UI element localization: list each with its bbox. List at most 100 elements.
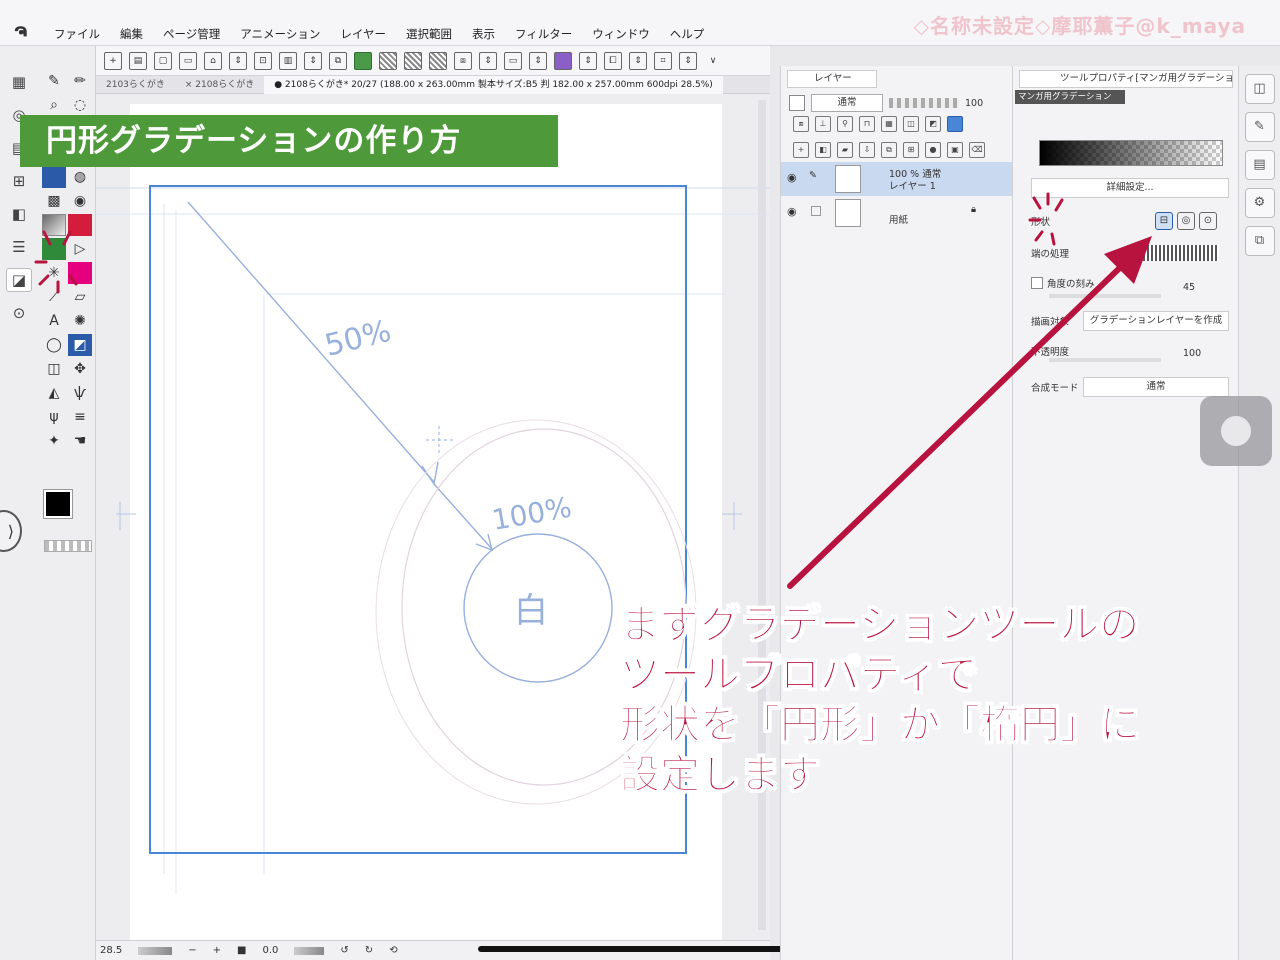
angle-step-value[interactable]: 45 bbox=[1183, 282, 1195, 293]
menu-page[interactable]: ページ管理 bbox=[163, 26, 220, 42]
magnifier-icon[interactable]: ⌕ bbox=[42, 94, 66, 116]
fill-red-icon[interactable] bbox=[68, 214, 92, 236]
gradient-green-icon[interactable] bbox=[42, 238, 66, 260]
new-vector-layer-icon[interactable]: ◧ bbox=[815, 142, 831, 158]
menu-selection[interactable]: 選択範囲 bbox=[406, 26, 452, 42]
text-tool-icon[interactable]: A bbox=[42, 310, 66, 332]
transform-icon[interactable]: ⧉ bbox=[329, 51, 347, 70]
layer-check-icon[interactable] bbox=[811, 206, 821, 216]
frame-border-icon[interactable]: ▭ bbox=[504, 51, 522, 70]
layer-draft-icon[interactable]: ⚲ bbox=[837, 116, 853, 132]
pages-icon[interactable]: ⧠ bbox=[604, 51, 622, 70]
transparent-color-swatch[interactable] bbox=[44, 540, 92, 552]
angle-value[interactable]: 0.0 bbox=[263, 945, 279, 956]
open-icon[interactable]: ▭ bbox=[179, 51, 197, 70]
grass-icon[interactable]: ѱ bbox=[68, 382, 92, 404]
pattern-icon[interactable]: ▩ bbox=[42, 190, 66, 212]
reset-rotation-icon[interactable]: ⟲ bbox=[389, 945, 397, 956]
3d-icon[interactable]: ◫ bbox=[42, 358, 66, 380]
layer-ref-icon[interactable]: ⊥ bbox=[815, 116, 831, 132]
tab-doc-1[interactable]: 2103らくがき bbox=[96, 76, 175, 94]
frame-icon[interactable]: ◩ bbox=[68, 334, 92, 356]
layer-mask-add-icon[interactable]: ● bbox=[925, 142, 941, 158]
lines-icon[interactable]: ≡ bbox=[68, 406, 92, 428]
save-icon[interactable]: ▤ bbox=[129, 51, 147, 70]
detail-settings-button[interactable]: 詳細設定... bbox=[1031, 178, 1229, 198]
shape-linear-icon[interactable]: ⊟ bbox=[1155, 212, 1173, 230]
layer-panel-tab[interactable]: レイヤー bbox=[787, 70, 877, 88]
eyedropper-icon[interactable]: ⟋ bbox=[42, 286, 66, 308]
tone3-icon[interactable] bbox=[429, 51, 447, 70]
color-magenta-icon[interactable] bbox=[68, 262, 92, 284]
sparkle-icon[interactable]: ✳ bbox=[42, 262, 66, 284]
zoom-out-button[interactable]: − bbox=[188, 945, 196, 956]
canvas-vertical-scrollbar[interactable] bbox=[758, 100, 766, 930]
layer-lock-alpha-icon[interactable]: ▦ bbox=[881, 116, 897, 132]
tool-view-icon[interactable]: ▦ bbox=[6, 70, 32, 94]
move-cross-icon[interactable]: ✥ bbox=[68, 358, 92, 380]
menu-window[interactable]: ウィンドウ bbox=[592, 26, 650, 42]
eye-icon[interactable]: ◉ bbox=[787, 205, 797, 218]
fit-icon[interactable]: ⊡ bbox=[254, 51, 272, 70]
layer-opacity-slider[interactable] bbox=[889, 98, 959, 108]
figure-icon[interactable]: ▷ bbox=[68, 238, 92, 260]
opacity-value[interactable]: 100 bbox=[1183, 348, 1201, 359]
main-color-swatch[interactable] bbox=[44, 490, 72, 518]
shape-circle-icon[interactable]: ◎ bbox=[1177, 212, 1195, 230]
stepper6-icon[interactable]: ⇕ bbox=[629, 51, 647, 70]
menu-help[interactable]: ヘルプ bbox=[670, 26, 705, 42]
decoration-icon[interactable]: ψ bbox=[42, 406, 66, 428]
rotate-left-icon[interactable]: ↺ bbox=[340, 945, 348, 956]
new-icon[interactable]: + bbox=[104, 51, 122, 70]
tool-fill-icon[interactable]: ◪ bbox=[6, 268, 32, 292]
stepper7-icon[interactable]: ⇕ bbox=[679, 51, 697, 70]
stepper3-icon[interactable]: ⇕ bbox=[479, 51, 497, 70]
layer-color-icon[interactable] bbox=[947, 116, 963, 132]
copy-icon[interactable]: ⧈ bbox=[454, 51, 472, 70]
tab-doc-2[interactable]: × 2108らくがき bbox=[175, 76, 264, 94]
burst-tool-icon[interactable]: ✺ bbox=[68, 310, 92, 332]
tool-operation-icon[interactable]: ⊞ bbox=[6, 169, 32, 193]
layer-combine-icon[interactable]: ⊞ bbox=[903, 142, 919, 158]
layer-clip-icon[interactable]: ⧈ bbox=[793, 116, 809, 132]
tone-icon[interactable] bbox=[379, 51, 397, 70]
stepper2-icon[interactable]: ⇕ bbox=[304, 51, 322, 70]
opacity-slider[interactable] bbox=[1049, 358, 1161, 362]
zoom-in-button[interactable]: + bbox=[213, 945, 221, 956]
new-page-icon[interactable]: ▢ bbox=[154, 51, 172, 70]
lasso-icon[interactable]: ◌ bbox=[68, 94, 92, 116]
spiral-icon[interactable]: ◉ bbox=[68, 190, 92, 212]
floating-modifier-button[interactable] bbox=[1200, 396, 1272, 466]
lock-icon[interactable]: 🔒︎ bbox=[971, 204, 976, 215]
tool-property-tab[interactable]: ツールプロパティ[マンガ用グラデーション] bbox=[1019, 70, 1233, 88]
jpg-icon[interactable]: ▥ bbox=[279, 51, 297, 70]
layer-opacity-value[interactable]: 100 bbox=[965, 98, 983, 109]
delete-layer-icon[interactable]: ⌫ bbox=[969, 142, 985, 158]
gradient-tool-icon[interactable] bbox=[42, 214, 66, 236]
layer-blend-checkbox[interactable] bbox=[789, 95, 805, 111]
correct-line-icon[interactable]: ◭ bbox=[42, 382, 66, 404]
chevron-down-icon[interactable]: ∨ bbox=[704, 52, 722, 70]
crop-icon[interactable]: ⌗ bbox=[654, 51, 672, 70]
stepper5-icon[interactable]: ⇕ bbox=[579, 51, 597, 70]
export-icon[interactable]: ⌂ bbox=[204, 51, 222, 70]
rotate-right-icon[interactable]: ↻ bbox=[365, 945, 373, 956]
shape-ellipse-icon[interactable]: ⊙ bbox=[1199, 212, 1217, 230]
layer-apply-mask-icon[interactable]: ▣ bbox=[947, 142, 963, 158]
layer-mask-icon[interactable]: ◫ bbox=[903, 116, 919, 132]
tool-list-icon[interactable]: ☰ bbox=[6, 235, 32, 259]
zoom-value[interactable]: 28.5 bbox=[100, 945, 122, 956]
menu-layer[interactable]: レイヤー bbox=[340, 26, 386, 42]
canvas-area[interactable]: 50% 100% 白 bbox=[96, 94, 770, 940]
angle-step-checkbox[interactable] bbox=[1031, 277, 1043, 289]
new-raster-layer-icon[interactable]: + bbox=[793, 142, 809, 158]
tool-property-icon[interactable]: ◫ bbox=[1244, 74, 1275, 104]
stepper-icon[interactable]: ⇕ bbox=[229, 51, 247, 70]
eye-icon[interactable]: ◉ bbox=[787, 171, 797, 184]
menu-animation[interactable]: アニメーション bbox=[240, 26, 320, 42]
pencil-tool-icon[interactable]: ✏ bbox=[68, 70, 92, 92]
fill-blue-icon[interactable] bbox=[42, 166, 66, 188]
ruler-icon[interactable]: ▱ bbox=[68, 286, 92, 308]
angle-step-slider[interactable] bbox=[1049, 294, 1161, 298]
menu-edit[interactable]: 編集 bbox=[120, 26, 143, 42]
